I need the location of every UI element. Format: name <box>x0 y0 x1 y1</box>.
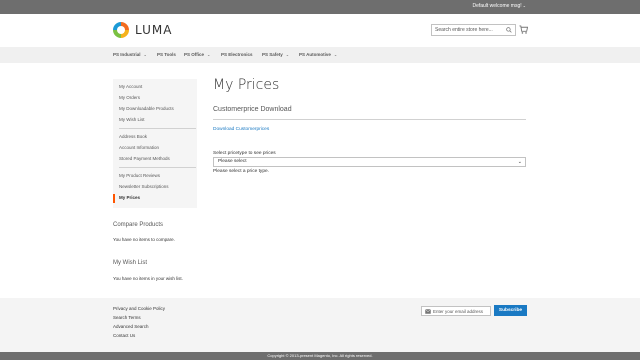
section-divider <box>213 119 526 120</box>
copyright-bar: Copyright © 2013-present Magento, Inc. A… <box>0 352 640 360</box>
nav-item-ps-automotive[interactable]: PS Automotive ⌄ <box>299 52 337 57</box>
pricetype-select-label: Select pricetype to see prices <box>213 151 276 156</box>
chevron-down-icon: ⌄ <box>207 52 211 57</box>
sidebar-item-newsletter-subscriptions[interactable]: Newsletter Subscriptions <box>119 184 169 189</box>
pricetype-select[interactable]: Please select ⌄ <box>213 157 526 167</box>
footer-link-contact-us[interactable]: Contact Us <box>113 333 135 338</box>
section-title: Customerprice Download <box>213 106 292 113</box>
search-icon[interactable] <box>506 27 512 33</box>
top-bar: Default welcome msg!⌄ <box>0 0 640 14</box>
chevron-down-icon: ⌄ <box>517 159 522 165</box>
sidebar-item-my-orders[interactable]: My Orders <box>119 95 140 100</box>
wish-list-empty-text: You have no items in your wish list. <box>113 276 183 281</box>
welcome-message: Default welcome msg!⌄ <box>472 3 526 9</box>
chevron-down-icon: ⌄ <box>143 52 147 57</box>
sidebar-item-my-account[interactable]: My Account <box>119 84 142 89</box>
sidebar-item-my-wish-list[interactable]: My Wish List <box>119 117 145 122</box>
search-box[interactable] <box>431 24 516 36</box>
cart-icon[interactable] <box>519 25 528 34</box>
mail-icon <box>425 309 431 314</box>
footer-link-search-terms[interactable]: Search Terms <box>113 315 141 320</box>
nav-item-ps-safety[interactable]: PS Safety ⌄ <box>262 52 289 57</box>
luma-logo-icon <box>113 21 129 38</box>
chevron-down-icon: ⌄ <box>285 52 290 57</box>
sidebar-item-account-information[interactable]: Account Information <box>119 145 159 150</box>
main-navigation: PS Industrial ⌄ PS Tools PS Office ⌄ PS El… <box>0 47 640 63</box>
active-item-marker <box>113 194 115 203</box>
nav-item-ps-industrial[interactable]: PS Industrial ⌄ <box>113 52 147 57</box>
chevron-down-icon[interactable]: ⌄ <box>523 3 526 8</box>
footer-link-privacy-and-cookie-policy[interactable]: Privacy and Cookie Policy <box>113 306 165 311</box>
sidebar-item-my-product-reviews[interactable]: My Product Reviews <box>119 173 160 178</box>
compare-products-title: Compare Products <box>113 222 164 228</box>
nav-item-ps-office[interactable]: PS Office ⌄ <box>184 52 210 57</box>
sidebar-divider <box>119 167 196 168</box>
logo-text: LUMA <box>135 22 173 37</box>
chevron-down-icon: ⌄ <box>333 52 338 57</box>
nav-item-ps-tools[interactable]: PS Tools <box>157 52 176 57</box>
pricetype-select-value: Please select <box>218 159 247 164</box>
nav-item-ps-electronics[interactable]: PS Electronics <box>221 52 253 57</box>
pricetype-select-note: Please select a price type. <box>213 169 269 174</box>
newsletter-email-input[interactable] <box>433 308 489 315</box>
header: LUMA <box>0 14 640 47</box>
compare-products-empty-text: You have no items to compare. <box>113 237 175 242</box>
subscribe-button[interactable]: Subscribe <box>494 305 527 316</box>
account-sidebar: My Account My Orders My Downloadable Pro… <box>113 79 197 208</box>
download-customerprices-link[interactable]: Download Customerprices <box>213 127 269 132</box>
sidebar-divider <box>119 128 196 129</box>
sidebar-item-stored-payment-methods[interactable]: Stored Payment Methods <box>119 156 170 161</box>
page-title: My Prices <box>213 77 280 93</box>
logo[interactable]: LUMA <box>113 21 172 38</box>
search-input[interactable] <box>432 25 502 35</box>
sidebar-item-my-downloadable-products[interactable]: My Downloadable Products <box>119 106 174 111</box>
sidebar-item-my-prices[interactable]: My Prices <box>119 195 140 200</box>
wish-list-title: My Wish List <box>113 260 148 266</box>
footer <box>0 298 640 352</box>
newsletter-email-box[interactable] <box>421 306 491 316</box>
sidebar-item-address-book[interactable]: Address Book <box>119 134 147 139</box>
footer-link-advanced-search[interactable]: Advanced Search <box>113 324 149 329</box>
